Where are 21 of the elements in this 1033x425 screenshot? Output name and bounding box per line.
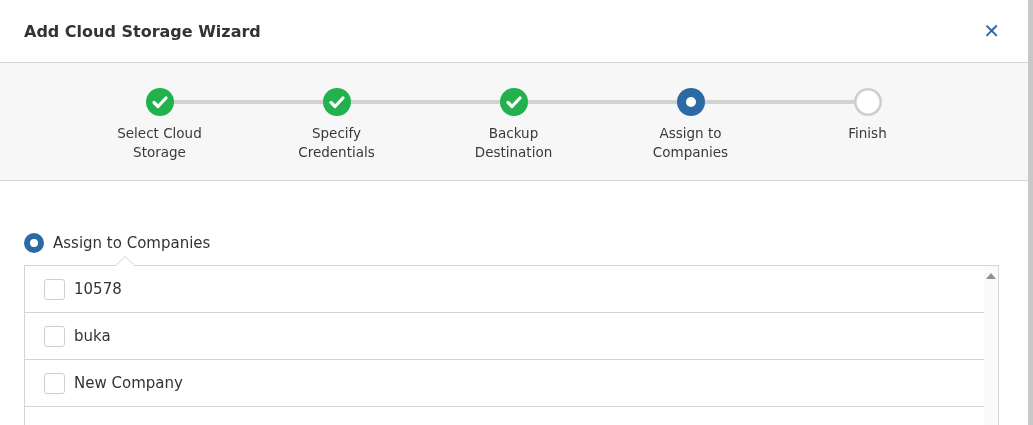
company-name: New Company <box>74 374 183 392</box>
step-label: Specify Credentials <box>297 124 376 162</box>
check-icon <box>145 88 174 116</box>
step-label: Finish <box>847 124 888 143</box>
checkbox[interactable] <box>44 372 65 394</box>
checkbox[interactable] <box>44 278 65 300</box>
check-icon <box>499 88 528 116</box>
company-name: 10578 <box>74 280 122 298</box>
scrollbar[interactable] <box>984 266 998 425</box>
dialog-title: Add Cloud Storage Wizard <box>24 21 261 41</box>
step-label: Assign to Companies <box>651 124 730 162</box>
step-label: Backup Destination <box>473 124 554 162</box>
radio-button[interactable] <box>24 233 44 253</box>
radio-label: Assign to Companies <box>53 234 211 252</box>
close-button[interactable]: ✕ <box>981 19 1002 43</box>
checkbox[interactable] <box>44 325 65 347</box>
step-label: Select Cloud Storage <box>116 124 203 162</box>
check-icon <box>322 88 351 116</box>
current-step-icon <box>676 88 705 116</box>
scroll-up-icon[interactable] <box>986 273 996 279</box>
company-name: buka <box>74 327 111 345</box>
